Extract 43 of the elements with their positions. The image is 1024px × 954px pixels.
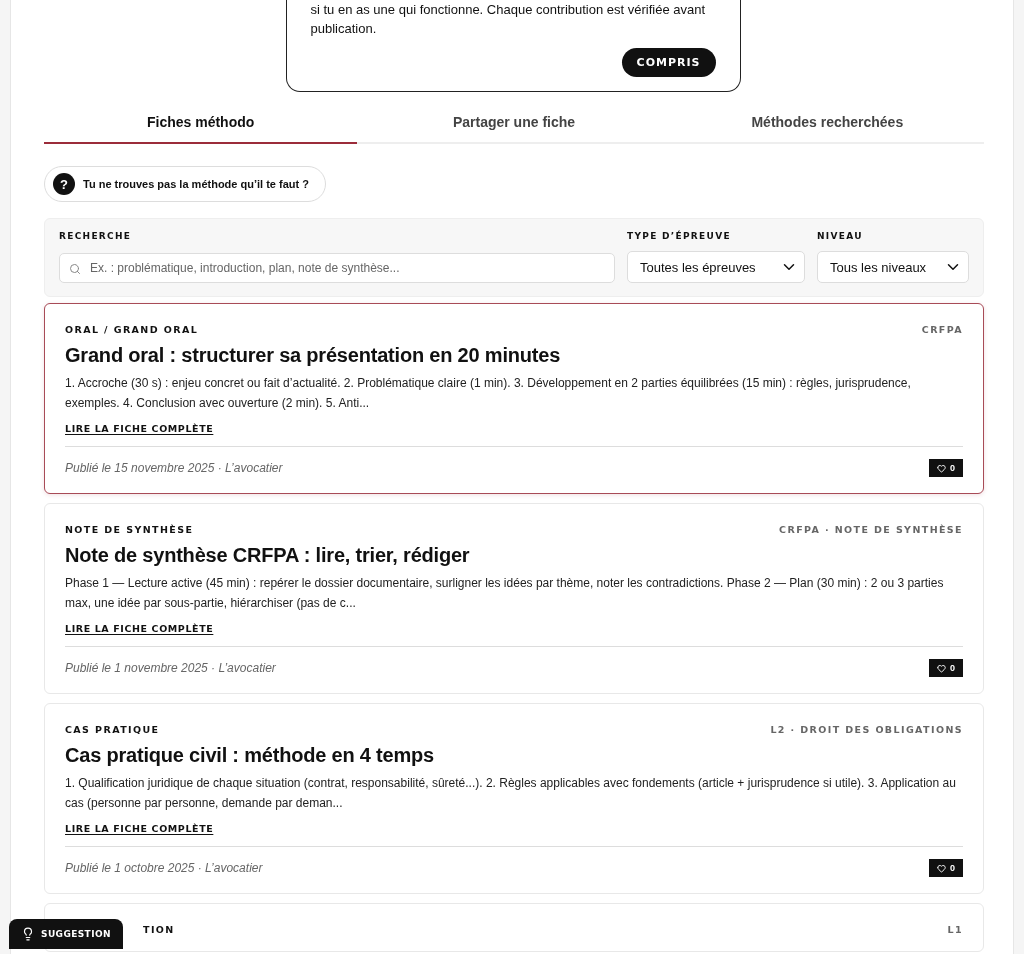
method-card[interactable] <box>44 303 984 494</box>
card-excerpt: 1. Accroche (30 s) : enjeu concret ou fait d’actualité. 2. Problématique claire (1 min). 3. Développement en 2 parties équilibrées (15 min) : règles, jurisprudence, exemples. 4. Conclusion avec ouverture (2 min). 5. Anti... <box>65 375 912 412</box>
publish-meta: Publié le 1 octobre 2025 · L’avocatier <box>65 861 263 875</box>
read-link[interactable]: LIRE LA FICHE COMPLÈTE <box>65 623 214 634</box>
tag-label: CRFPA <box>921 324 963 335</box>
select-field[interactable]: Tous les niveaux <box>817 251 969 283</box>
heart-icon <box>937 463 946 473</box>
card-title: Cas pratique civil : méthode en 4 temps <box>65 744 435 767</box>
like-button[interactable]: 0 <box>929 859 963 877</box>
category-label: NOTE DE SYNTHÈSE <box>65 524 194 535</box>
publish-meta: Publié le 1 novembre 2025 · L’avocatier <box>65 661 276 675</box>
search-field[interactable]: Ex. : problématique, introduction, plan, note de synthèse... <box>59 253 615 283</box>
tab[interactable]: Partager une fiche <box>357 106 671 144</box>
publish-meta: Publié le 15 novembre 2025 · L’avocatier <box>65 461 283 475</box>
card-title: Grand oral : structurer sa présentation en 20 minutes <box>65 344 562 367</box>
read-link[interactable]: LIRE LA FICHE COMPLÈTE <box>65 823 214 834</box>
category-label: TION <box>143 924 175 935</box>
field-label: TYPE D’ÉPREUVE <box>627 231 732 241</box>
category-label: CAS PRATIQUE <box>65 724 160 735</box>
tab[interactable]: Fiches méthodo <box>44 106 358 144</box>
category-label: ORAL / GRAND ORAL <box>65 324 199 335</box>
heart-icon <box>937 863 946 873</box>
notice-text: si tu en as une qui fonctionne. Chaque contribution est vérifiée avant publication. <box>310 1 707 38</box>
tag-label: L1 <box>947 924 963 935</box>
lightbulb-icon <box>21 927 35 941</box>
suggestion-button[interactable]: SUGGESTION <box>9 919 123 949</box>
tag-label: CRFPA · NOTE DE SYNTHÈSE <box>779 524 963 535</box>
tag-label: L2 · DROIT DES OBLIGATIONS <box>770 724 963 735</box>
search-icon <box>69 263 81 275</box>
select-field[interactable]: Toutes les épreuves <box>627 251 805 283</box>
field-label: NIVEAU <box>817 231 864 241</box>
card-excerpt: 1. Qualification juridique de chaque situation (contrat, responsabilité, sûreté...). 2. Règles applicables avec fondements (article + jurisprudence si utile). 3. Application au cas (personne par personne, demande par deman... <box>65 775 957 812</box>
card-title: Note de synthèse CRFPA : lire, trier, rédiger <box>65 544 471 567</box>
card-excerpt: Phase 1 — Lecture active (45 min) : repérer le dossier documentaire, surligner les idées par thème, noter les contradictions. Phase 2 — Plan (30 min) : 2 ou 3 parties max, une idée par sous-partie, hiérarchiser (pas de c... <box>65 575 945 612</box>
heart-icon <box>937 663 946 673</box>
read-link[interactable]: LIRE LA FICHE COMPLÈTE <box>65 423 214 434</box>
like-button[interactable]: 0 <box>929 459 963 477</box>
field-label: RECHERCHE <box>59 231 133 241</box>
question-icon: ? <box>53 173 75 195</box>
help-button[interactable]: ? Tu ne trouves pas la méthode qu’il te faut ? <box>44 166 326 202</box>
tab[interactable]: Méthodes recherchées <box>670 106 984 144</box>
compris-button[interactable]: COMPRIS <box>621 48 716 77</box>
like-button[interactable]: 0 <box>929 659 963 677</box>
